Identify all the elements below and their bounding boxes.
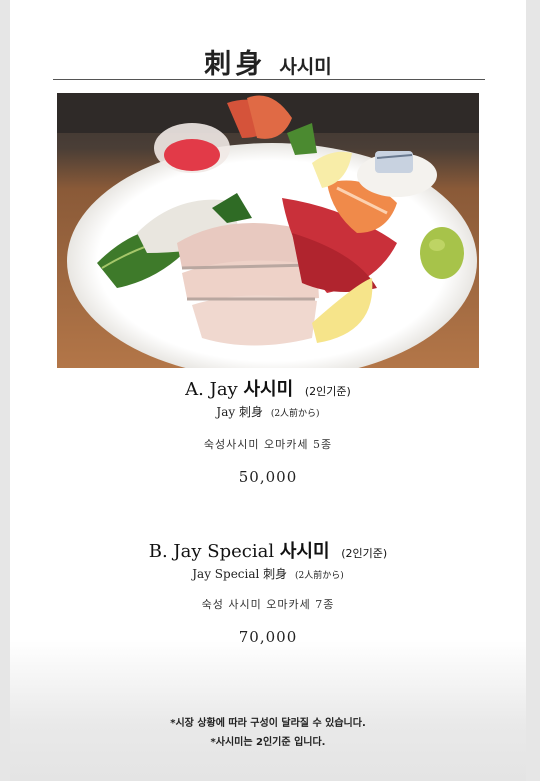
item-name: B. Jay Special 사시미 (2인기준) — [10, 537, 526, 563]
item-serving-note: (2인기준) — [304, 385, 351, 398]
item-subtitle-note: (2人前から) — [295, 571, 344, 581]
item-subtitle-text: Jay 刺身 — [216, 405, 263, 419]
left-margin — [0, 0, 10, 781]
footer-note: *시장 상황에 따라 구성이 달라질 수 있습니다. — [170, 718, 366, 729]
right-margin — [526, 0, 540, 781]
item-name-korean: 사시미 — [279, 541, 330, 562]
title-korean: 사시미 — [279, 56, 332, 78]
item-price: 50,000 — [238, 468, 298, 486]
item-name-english: A. Jay — [185, 379, 238, 400]
footer-note: *사시미는 2인기준 입니다. — [210, 737, 326, 748]
item-name-korean: 사시미 — [243, 379, 294, 400]
title-kanji: 刺身 — [204, 49, 267, 80]
item-subtitle-note: (2人前から) — [270, 409, 320, 419]
footer-shade — [10, 641, 526, 781]
page-title: 刺身 사시미 — [10, 42, 526, 81]
item-description: 숙성 사시미 오마카세 7종 — [201, 598, 335, 611]
item-subtitle-text: Jay Special 刺身 — [192, 567, 288, 581]
item-subtitle: Jay Special 刺身 (2人前から) — [10, 565, 526, 582]
item-name-english: B. Jay Special — [148, 541, 275, 562]
footer-notes: *시장 상황에 따라 구성이 달라질 수 있습니다. *사시미는 2인기준 입니… — [10, 714, 526, 752]
menu-page: 刺身 사시미 A. Jay 사시미 (2인기준) Jay 刺身 (2人前から) … — [10, 0, 526, 781]
menu-item-b: B. Jay Special 사시미 (2인기준) Jay Special 刺身… — [10, 537, 526, 646]
item-serving-note: (2인기준) — [341, 547, 388, 560]
item-description: 숙성사시미 오마카세 5종 — [203, 438, 333, 451]
sashimi-platter-photo — [57, 93, 479, 368]
title-divider — [53, 79, 485, 80]
menu-item-a: A. Jay 사시미 (2인기준) Jay 刺身 (2人前から) 숙성사시미 오… — [10, 375, 526, 486]
item-subtitle: Jay 刺身 (2人前から) — [10, 403, 526, 420]
item-price: 70,000 — [238, 628, 298, 646]
item-name: A. Jay 사시미 (2인기준) — [10, 375, 526, 401]
